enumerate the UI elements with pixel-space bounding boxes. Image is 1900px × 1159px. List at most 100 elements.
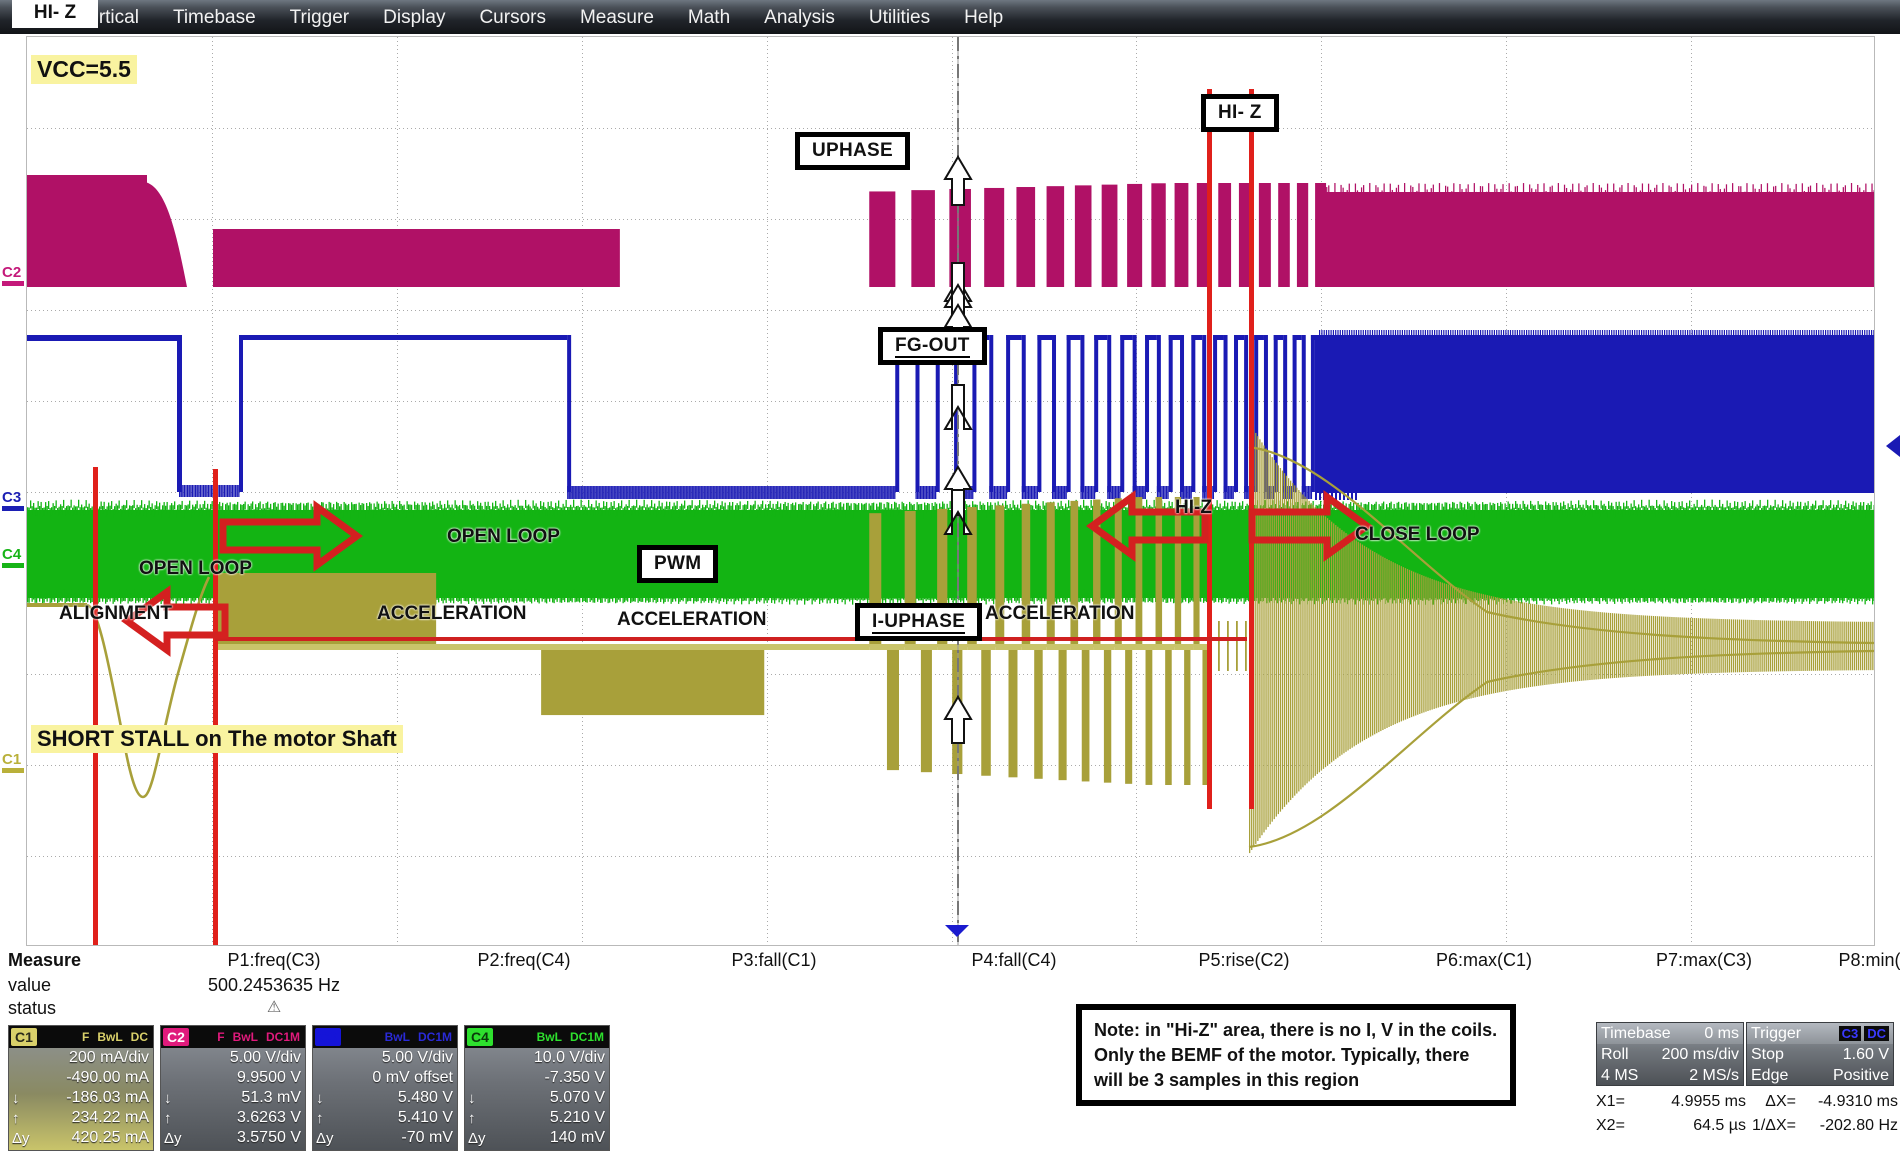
annotation-open-loop-1: OPEN LOOP <box>139 558 252 580</box>
callout-fgout: FG-OUT <box>878 327 987 365</box>
channel-cursor-lower-value: -186.03 mA <box>66 1089 149 1107</box>
channel-marker-label: C1 <box>2 752 24 767</box>
measure-param-3[interactable]: P3:fall(C1) <box>659 950 889 975</box>
cursor-x1-value: 4.9955 ms <box>1636 1093 1746 1111</box>
channel-flag-bwl[interactable]: BwL <box>382 1028 413 1046</box>
timebase-title: Timebase <box>1601 1025 1671 1043</box>
channel-flag-dc1m[interactable]: DC1M <box>415 1028 455 1046</box>
channel-marker-c2[interactable]: C2 <box>2 265 24 286</box>
timebase-box[interactable]: Timebase 0 ms Roll 200 ms/div 4 MS 2 MS/… <box>1596 1022 1744 1086</box>
trigger-source-badge: C3 <box>1839 1026 1862 1041</box>
channel-marker-c4[interactable]: C4 <box>2 547 24 568</box>
measure-param-name: P6:max(C1) <box>1369 950 1599 971</box>
measure-param-value: 500.2453635 Hz <box>159 975 389 996</box>
measure-param-name: P4:fall(C4) <box>899 950 1129 971</box>
channel-up-arrow-icon: ↑ <box>313 1110 324 1127</box>
menu-item-trigger[interactable]: Trigger <box>288 4 351 34</box>
channel-offset-value: -7.350 V <box>545 1069 605 1087</box>
channel-offset-value: 9.9500 V <box>237 1069 301 1087</box>
channel-marker-c1[interactable]: C1 <box>2 752 24 773</box>
channel-scale: 5.00 V/div <box>313 1048 457 1068</box>
channel-flag-f[interactable]: F <box>79 1028 92 1046</box>
trigger-slope: Positive <box>1833 1067 1889 1085</box>
channel-box-c1[interactable]: C1FBwLDC200 mA/div-490.00 mA↓-186.03 mA↑… <box>8 1025 154 1151</box>
scope-display-area[interactable]: VCC=5.5 SHORT STALL on The motor Shaft U… <box>26 36 1875 946</box>
menu-item-help[interactable]: Help <box>962 4 1005 34</box>
channel-down-arrow-icon: ↓ <box>161 1090 172 1107</box>
channel-cursor-lower-value: 5.480 V <box>398 1089 453 1107</box>
channel-cursor-upper-value: 3.6263 V <box>237 1109 301 1127</box>
channel-delta-value: 420.25 mA <box>72 1129 149 1147</box>
channel-flag-bwl[interactable]: BwL <box>534 1028 565 1046</box>
timebase-rate: 2 MS/s <box>1689 1067 1739 1085</box>
annotation-acceleration-3: ACCELERATION <box>985 603 1135 625</box>
measure-table: Measure value status P1:freq(C3)500.2453… <box>4 950 1900 1022</box>
measure-param-8[interactable]: P8:min(C3) <box>1769 950 1900 975</box>
channel-flag-dc1m[interactable]: DC1M <box>567 1028 607 1046</box>
menu-item-utilities[interactable]: Utilities <box>867 4 932 34</box>
measure-param-6[interactable]: P6:max(C1) <box>1369 950 1599 975</box>
callout-fgout-label: FG-OUT <box>895 335 970 358</box>
menu-item-timebase[interactable]: Timebase <box>171 4 258 34</box>
channel-marker-c3[interactable]: C3 <box>2 490 24 511</box>
channel-cursor-upper-value: 5.210 V <box>550 1109 605 1127</box>
channel-offset: 0 mV offset <box>313 1068 457 1088</box>
channel-down-arrow-icon: ↓ <box>313 1090 324 1107</box>
menu-item-math[interactable]: Math <box>686 4 732 34</box>
menu-item-display[interactable]: Display <box>381 4 447 34</box>
channel-scale-value: 200 mA/div <box>69 1049 149 1067</box>
menu-item-analysis[interactable]: Analysis <box>762 4 837 34</box>
measure-param-2[interactable]: P2:freq(C4) <box>409 950 639 975</box>
cursor-dx-label: ΔX= <box>1746 1093 1802 1111</box>
channel-flag-dc[interactable]: DC <box>128 1028 151 1046</box>
channel-delta-value: -70 mV <box>401 1129 453 1147</box>
callout-uphase: UPHASE <box>795 132 910 170</box>
channel-flag-f[interactable]: F <box>214 1028 227 1046</box>
trigger-level: 1.60 V <box>1843 1046 1889 1064</box>
channel-marker-bar <box>2 768 24 773</box>
channel-scale: 5.00 V/div <box>161 1048 305 1068</box>
channel-cursor-upper: ↑3.6263 V <box>161 1108 305 1128</box>
callout-pwm: PWM <box>637 545 718 583</box>
channel-tag: C1 <box>11 1028 37 1046</box>
channel-down-arrow-icon: ↓ <box>465 1090 476 1107</box>
measure-param-name: P5:rise(C2) <box>1129 950 1359 971</box>
menu-item-measure[interactable]: Measure <box>578 4 656 34</box>
trigger-title: Trigger <box>1751 1025 1801 1043</box>
callout-hiz-top: HI- Z <box>1201 94 1279 132</box>
measure-status-row-label: status <box>8 998 56 1019</box>
cursor-x2-label: X2= <box>1596 1117 1636 1135</box>
channel-delta: Δy3.5750 V <box>161 1128 305 1148</box>
measure-param-5[interactable]: P5:rise(C2) <box>1129 950 1359 975</box>
channel-scale-value: 5.00 V/div <box>382 1049 453 1067</box>
annotation-close-loop: CLOSE LOOP <box>1355 524 1480 546</box>
channel-delta-value: 140 mV <box>550 1129 605 1147</box>
channel-box-c4[interactable]: C4BwLDC1M10.0 V/div-7.350 V↓5.070 V↑5.21… <box>464 1025 610 1151</box>
timebase-delay: 0 ms <box>1704 1025 1739 1043</box>
channel-box-c2[interactable]: C2FBwLDC1M5.00 V/div9.9500 V↓51.3 mV↑3.6… <box>160 1025 306 1151</box>
channel-flag-bwl[interactable]: BwL <box>94 1028 125 1046</box>
measure-param-4[interactable]: P4:fall(C4) <box>899 950 1129 975</box>
measure-param-name: P2:freq(C4) <box>409 950 639 971</box>
channel-offset-value: -490.00 mA <box>66 1069 149 1087</box>
window-tab-title[interactable]: HI- Z <box>12 0 98 28</box>
measure-param-name: P3:fall(C1) <box>659 950 889 971</box>
channel-cursor-lower-value: 5.070 V <box>550 1089 605 1107</box>
channel-cursor-upper-value: 5.410 V <box>398 1109 453 1127</box>
channel-delta-label: Δy <box>161 1130 182 1147</box>
cursor-dx-value: -4.9310 ms <box>1802 1093 1898 1111</box>
measure-param-1[interactable]: P1:freq(C3)500.2453635 Hz⚠ <box>159 950 389 1017</box>
channel-tag: C2 <box>163 1028 189 1046</box>
channel-flag-bwl[interactable]: BwL <box>230 1028 261 1046</box>
menu-item-cursors[interactable]: Cursors <box>477 4 548 34</box>
channel-box-header: C2 FBwLDC1M <box>161 1026 305 1048</box>
trigger-box[interactable]: Trigger C3 DC Stop 1.60 V Edge Positive <box>1746 1022 1894 1086</box>
channel-cursor-upper: ↑234.22 mA <box>9 1108 153 1128</box>
channel-box-c3[interactable]: C3BwLDC1M5.00 V/div0 mV offset↓5.480 V↑5… <box>312 1025 458 1151</box>
short-stall-label: SHORT STALL on The motor Shaft <box>31 725 403 753</box>
channel-marker-bar <box>2 506 24 511</box>
channel-delta: Δy140 mV <box>465 1128 609 1148</box>
channel-flag-dc1m[interactable]: DC1M <box>263 1028 303 1046</box>
annotation-hiz-mid: HI-Z <box>1175 497 1212 519</box>
channel-marker-bar <box>2 563 24 568</box>
